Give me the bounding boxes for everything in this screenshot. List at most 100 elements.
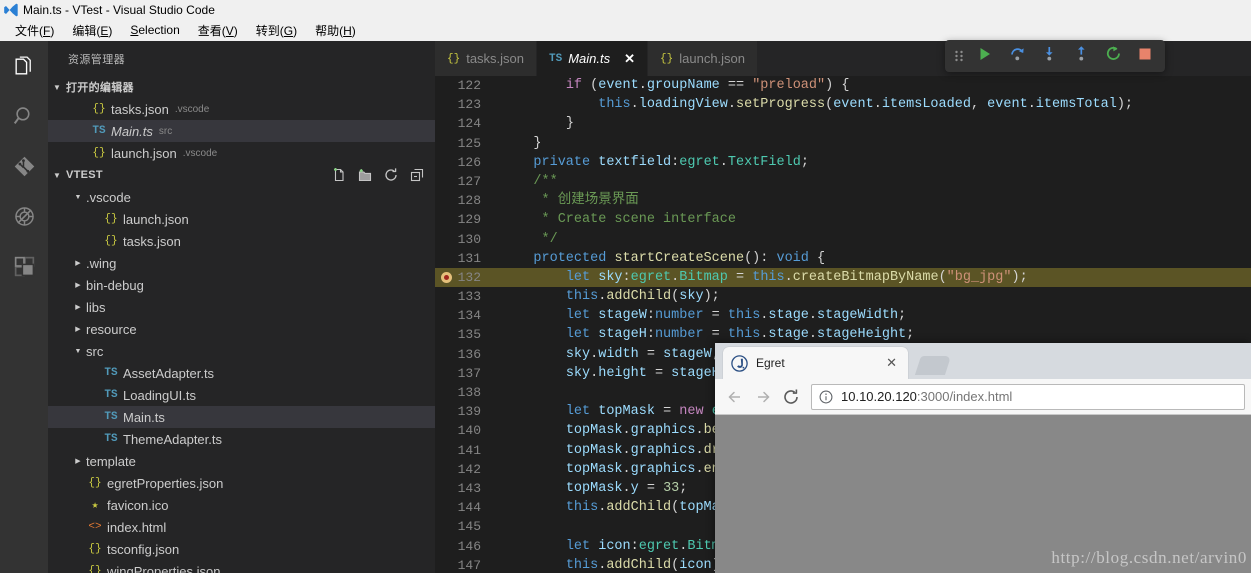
menu-view[interactable]: 查看(V) [189, 20, 247, 41]
code-line[interactable]: 130 */ [435, 230, 1251, 249]
code-line[interactable]: 127 /** [435, 172, 1251, 191]
open-editor-item[interactable]: TS Main.ts src [48, 120, 435, 142]
forward-button[interactable] [749, 383, 777, 411]
activity-item-extensions[interactable] [0, 241, 48, 291]
code-line[interactable]: 134 let stageW:number = this.stage.stage… [435, 306, 1251, 325]
line-number: 143 [457, 480, 481, 496]
stop-button[interactable] [1129, 40, 1161, 72]
tree-file-item[interactable]: {} wingProperties.json [48, 560, 435, 573]
editor-tab-tasks-json[interactable]: {} tasks.json [435, 41, 538, 76]
tree-item-label: tasks.json [123, 233, 181, 249]
watermark-text: http://blog.csdn.net/arvin0 [1051, 548, 1247, 567]
tree-file-item[interactable]: TS Main.ts [48, 406, 435, 428]
address-bar[interactable]: 10.10.20.120:3000/index.html [811, 383, 1245, 410]
reload-button[interactable] [777, 383, 805, 411]
browser-tab-egret[interactable]: Egret ✕ [723, 347, 908, 379]
tree-item-label: Main.ts [123, 409, 165, 425]
code-line[interactable]: 125 } [435, 134, 1251, 153]
restart-button[interactable] [1097, 40, 1129, 72]
code-line[interactable]: 132 let sky:egret.Bitmap = this.createBi… [435, 267, 1251, 288]
play-icon [977, 46, 993, 67]
tree-item-label: .wing [86, 255, 117, 271]
tree-folder-item[interactable]: ▼ .vscode [48, 186, 435, 208]
tree-folder-item[interactable]: ▶ template [48, 450, 435, 472]
line-number: 146 [457, 538, 481, 554]
tree-file-item[interactable]: TS ThemeAdapter.ts [48, 428, 435, 450]
ts-file-icon: TS [549, 52, 563, 65]
code-text: this.addChild(icon); [565, 557, 728, 573]
refresh-icon[interactable] [383, 167, 399, 183]
close-icon[interactable]: ✕ [624, 52, 635, 65]
line-number: 136 [457, 346, 481, 362]
tree-file-item[interactable]: {} tasks.json [48, 230, 435, 252]
section-open-editors-label: 打开的编辑器 [66, 82, 134, 94]
activity-item-source-control[interactable] [0, 141, 48, 191]
continue-button[interactable] [969, 40, 1001, 72]
code-line[interactable]: 126 private textfield:egret.TextField; [435, 153, 1251, 172]
activity-item-search[interactable] [0, 91, 48, 141]
code-line[interactable]: 122 if (event.groupName == "preload") { [435, 76, 1251, 95]
activity-item-debug[interactable] [0, 191, 48, 241]
new-file-icon[interactable] [331, 167, 347, 183]
tree-file-item[interactable]: {} egretProperties.json [48, 472, 435, 494]
ts-file-icon: TS [104, 411, 118, 423]
activity-item-explorer[interactable] [0, 41, 48, 91]
tree-file-item[interactable]: {} tsconfig.json [48, 538, 435, 560]
page-info-icon[interactable] [819, 390, 833, 404]
tree-file-item[interactable]: TS AssetAdapter.ts [48, 362, 435, 384]
new-folder-icon[interactable] [357, 167, 373, 183]
menu-file[interactable]: 文件(F) [6, 20, 63, 41]
side-bar: 资源管理器 ▼ 打开的编辑器 {} tasks.json .vscode TS … [48, 41, 435, 573]
code-line[interactable]: 128 * 创建场景界面 [435, 191, 1251, 210]
collapse-all-icon[interactable] [409, 167, 425, 183]
editor-tab-main-ts[interactable]: TS Main.ts ✕ [537, 41, 649, 76]
tree-file-item[interactable]: TS LoadingUI.ts [48, 384, 435, 406]
grip-icon[interactable] [949, 40, 969, 72]
line-number: 124 [457, 116, 481, 132]
tree-file-item[interactable]: ★ favicon.ico [48, 494, 435, 516]
menu-goto[interactable]: 转到(G) [247, 20, 306, 41]
tree-file-item[interactable]: {} launch.json [48, 208, 435, 230]
code-line[interactable]: 133 this.addChild(sky); [435, 287, 1251, 306]
step-into-button[interactable] [1033, 40, 1065, 72]
tree-item-label: bin-debug [86, 277, 144, 293]
tree-folder-item[interactable]: ▶ .wing [48, 252, 435, 274]
line-number: 126 [457, 154, 481, 170]
open-editor-item[interactable]: {} tasks.json .vscode [48, 98, 435, 120]
code-text: } [533, 135, 542, 151]
code-text: private textfield:egret.TextField; [533, 154, 809, 170]
menu-help[interactable]: 帮助(H) [306, 20, 365, 41]
code-line[interactable]: 123 this.loadingView.setProgress(event.i… [435, 95, 1251, 114]
code-line[interactable]: 135 let stageH:number = this.stage.stage… [435, 325, 1251, 344]
section-project[interactable]: ▼ VTEST [48, 164, 435, 186]
ts-file-icon: TS [104, 367, 118, 379]
back-button[interactable] [721, 383, 749, 411]
sidebar-actions [331, 164, 425, 186]
line-number: 128 [457, 193, 481, 209]
section-open-editors[interactable]: ▼ 打开的编辑器 [48, 76, 435, 98]
tree-folder-item[interactable]: ▼ src [48, 340, 435, 362]
menu-selection[interactable]: Selection [121, 21, 188, 39]
ts-file-icon: TS [92, 125, 106, 137]
code-text: let sky:egret.Bitmap = this.createBitmap… [565, 269, 1028, 285]
editor-tab-launch-json[interactable]: {} launch.json [648, 41, 759, 76]
code-line[interactable]: 129 * Create scene interface [435, 210, 1251, 229]
close-icon[interactable]: ✕ [883, 355, 900, 371]
new-tab-button[interactable] [914, 356, 952, 375]
tree-item-label: index.html [107, 519, 167, 535]
tree-folder-item[interactable]: ▶ bin-debug [48, 274, 435, 296]
code-line[interactable]: 124 } [435, 114, 1251, 133]
tree-folder-item[interactable]: ▶ resource [48, 318, 435, 340]
browser-viewport[interactable]: http://blog.csdn.net/arvin0 [715, 415, 1251, 573]
tree-file-item[interactable]: <> index.html [48, 516, 435, 538]
open-editor-item[interactable]: {} launch.json .vscode [48, 142, 435, 164]
step-over-button[interactable] [1001, 40, 1033, 72]
json-file-icon: {} [88, 565, 102, 573]
code-line[interactable]: 131 protected startCreateScene(): void { [435, 249, 1251, 268]
line-number: 145 [457, 519, 481, 535]
step-out-button[interactable] [1065, 40, 1097, 72]
menu-edit[interactable]: 编辑(E) [63, 20, 121, 41]
tree-folder-item[interactable]: ▶ libs [48, 296, 435, 318]
line-number: 138 [457, 385, 481, 400]
